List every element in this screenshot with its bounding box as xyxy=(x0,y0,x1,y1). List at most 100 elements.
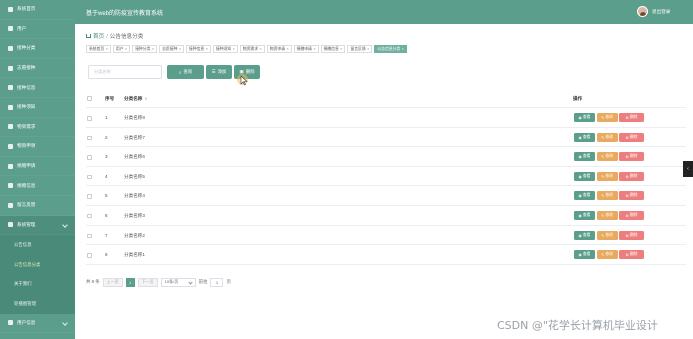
tab-supply-demand[interactable]: 物资需求 × xyxy=(239,45,265,53)
edit-button[interactable]: ✎ 修改 xyxy=(596,113,618,122)
pager-next-button[interactable]: 下一页 xyxy=(137,277,158,287)
search-button[interactable]: ⌕ 查询 xyxy=(167,65,204,79)
sidebar-subitem-carousel[interactable]: 轮播图管理 xyxy=(0,293,75,314)
view-button[interactable]: ◉ 查看 xyxy=(574,113,595,122)
delete-label: 删除 xyxy=(629,232,638,237)
pager-goto-input[interactable]: 1 xyxy=(210,277,224,287)
row-checkbox[interactable] xyxy=(87,155,92,160)
delete-row-button[interactable]: ⊗ 删除 xyxy=(619,132,644,142)
delete-row-button[interactable]: ⊗ 删除 xyxy=(619,191,644,201)
tab-vaccine-category[interactable]: 接种分类 × xyxy=(132,45,158,53)
close-icon[interactable]: × xyxy=(206,47,208,51)
sidebar-item-user-info[interactable]: 用户信息 xyxy=(0,314,75,334)
table-row: 3 分类名称6 ◉ 查看 ✎ 修改 ⊗ 删除 xyxy=(86,147,686,167)
grid-icon xyxy=(8,104,13,110)
sidebar-item-vaccine-category[interactable]: 接种分类 xyxy=(0,39,75,59)
view-button[interactable]: ◉ 查看 xyxy=(574,191,595,201)
close-icon[interactable]: × xyxy=(106,47,108,51)
add-button[interactable]: ☰ 添加 xyxy=(206,65,232,79)
tab-vaccine-notice[interactable]: 接种须知 × xyxy=(212,45,238,53)
select-all-checkbox[interactable] xyxy=(87,96,92,101)
delete-row-button[interactable]: ⊗ 删除 xyxy=(619,230,644,240)
breadcrumb: 首页 / 公告信息分类 xyxy=(86,32,143,40)
pager-page-number[interactable]: 1 xyxy=(125,277,135,287)
view-button[interactable]: ◉ 查看 xyxy=(574,210,595,220)
close-icon[interactable]: × xyxy=(286,47,288,51)
sidebar-item-supply-demand[interactable]: 物资需求 xyxy=(0,118,75,138)
add-button-label: 添加 xyxy=(217,69,227,74)
delete-row-button[interactable]: ⊗ 删除 xyxy=(619,210,644,220)
logout-button[interactable]: 退出登录 xyxy=(652,9,670,15)
view-button[interactable]: ◉ 查看 xyxy=(574,152,595,162)
row-checkbox[interactable] xyxy=(87,194,92,199)
tab-label: 接种须知 xyxy=(215,46,232,51)
edit-button[interactable]: ✎ 修改 xyxy=(596,250,618,260)
view-button[interactable]: ◉ 查看 xyxy=(574,171,595,181)
sidebar-item-user[interactable]: 用户 xyxy=(0,20,75,40)
tab-notice-category[interactable]: 公告信息分类 × xyxy=(374,45,407,53)
search-input[interactable]: 分类名称 xyxy=(88,65,162,79)
row-index: 3 xyxy=(105,154,108,160)
tab-home[interactable]: 系统首页 × xyxy=(86,45,111,53)
edit-button[interactable]: ✎ 修改 xyxy=(596,132,618,142)
tab-vaccine-info[interactable]: 接种信息 × xyxy=(186,45,211,53)
row-checkbox[interactable] xyxy=(87,135,92,141)
delete-row-button[interactable]: ⊗ 删除 xyxy=(619,113,644,122)
edit-icon: ✎ xyxy=(601,213,605,218)
row-checkbox[interactable] xyxy=(87,233,92,239)
row-checkbox[interactable] xyxy=(87,174,92,180)
close-icon[interactable]: × xyxy=(152,47,154,51)
sidebar-item-system[interactable]: 系统管理 xyxy=(0,215,75,236)
sidebar-item-supply-claim[interactable]: 物资申领 xyxy=(0,137,75,157)
tab-volunteer-vaccine[interactable]: 志愿接种 × xyxy=(159,45,185,53)
close-icon[interactable]: × xyxy=(179,47,181,51)
close-icon[interactable]: × xyxy=(313,47,315,51)
edit-button[interactable]: ✎ 修改 xyxy=(596,210,618,220)
sidebar-item-vaccine-notice[interactable]: 接种须知 xyxy=(0,98,75,118)
edit-button[interactable]: ✎ 修改 xyxy=(596,230,618,240)
pager-prev-button[interactable]: 上一页 xyxy=(102,277,123,287)
edit-button[interactable]: ✎ 修改 xyxy=(596,191,618,201)
view-button[interactable]: ◉ 查看 xyxy=(574,230,595,240)
row-checkbox[interactable] xyxy=(87,213,92,219)
delete-row-button[interactable]: ⊗ 删除 xyxy=(619,152,644,162)
sidebar-item-vaccine-info[interactable]: 接种信息 xyxy=(0,78,75,98)
avatar[interactable] xyxy=(637,6,648,17)
delete-row-button[interactable]: ⊗ 删除 xyxy=(619,250,644,260)
table-row: 6 分类名称3 ◉ 查看 ✎ 修改 ⊗ 删除 xyxy=(86,206,686,226)
row-checkbox[interactable] xyxy=(87,253,92,258)
delete-row-button[interactable]: ⊗ 删除 xyxy=(619,171,644,181)
sidebar-item-feedback[interactable]: 留言反馈 xyxy=(0,196,75,216)
edit-button[interactable]: ✎ 修改 xyxy=(596,171,618,181)
close-icon[interactable]: × xyxy=(233,47,235,51)
sidebar-subitem-about[interactable]: 关于我们 xyxy=(0,274,75,294)
sidebar-subitem-notice[interactable]: 公告信息 xyxy=(0,235,75,255)
tab-user[interactable]: 用户 × xyxy=(112,45,131,53)
tab-feedback[interactable]: 留言反馈 × xyxy=(347,45,373,53)
close-icon[interactable]: × xyxy=(260,47,262,51)
collapse-toggle[interactable]: ‹ xyxy=(683,161,693,177)
edit-button[interactable]: ✎ 修改 xyxy=(596,152,618,162)
close-icon[interactable]: × xyxy=(402,47,404,51)
row-checkbox[interactable] xyxy=(87,116,92,121)
sidebar-item-donation-info[interactable]: 捐赠信息 xyxy=(0,176,75,196)
row-name: 分类名称7 xyxy=(124,134,145,140)
breadcrumb-home[interactable]: 首页 xyxy=(93,34,104,40)
sidebar-subitem-notice-category[interactable]: 公告信息分类 xyxy=(0,254,75,275)
header-name[interactable]: 分类名称 ⇕ xyxy=(124,96,147,102)
sidebar-item-home[interactable]: 系统首页 xyxy=(0,0,75,20)
view-button[interactable]: ◉ 查看 xyxy=(574,250,595,260)
sidebar-item-volunteer-vaccine[interactable]: 志愿接种 xyxy=(0,59,75,79)
close-icon[interactable]: × xyxy=(367,47,369,51)
tab-label: 物资需求 xyxy=(242,46,259,51)
sidebar-item-label: 轮播图管理 xyxy=(14,300,36,306)
view-button[interactable]: ◉ 查看 xyxy=(574,132,595,142)
page-size-select[interactable]: 10条/页 xyxy=(160,277,196,287)
tab-donation-info[interactable]: 捐赠信息 × xyxy=(320,45,346,53)
sidebar-item-donation-apply[interactable]: 捐赠申请 xyxy=(0,157,75,177)
close-icon[interactable]: × xyxy=(125,47,127,51)
close-icon[interactable]: × xyxy=(340,47,342,51)
tab-donation-apply[interactable]: 捐赠申请 × xyxy=(293,45,319,53)
tab-supply-apply[interactable]: 物资申请 × xyxy=(266,45,292,53)
sort-icon[interactable]: ⇕ xyxy=(144,97,147,101)
